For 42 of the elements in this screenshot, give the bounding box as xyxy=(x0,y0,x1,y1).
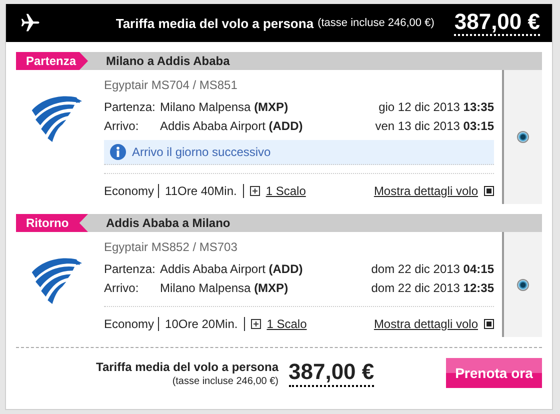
flight-duration: 11Ore 40Min. xyxy=(159,184,244,198)
cabin-class: Economy xyxy=(104,184,160,198)
fare-label: Tariffa media del volo a persona xyxy=(96,360,278,374)
flight-duration: 10Ore 20Min. xyxy=(159,317,245,331)
taxes-note: (tasse incluse 246,00 €) xyxy=(318,17,434,29)
radio-button[interactable] xyxy=(517,278,529,290)
taxes-note: (tasse incluse 246,00 €) xyxy=(172,376,278,386)
book-now-button[interactable]: Prenota ora xyxy=(446,358,542,388)
segment-label: Arrivo: xyxy=(104,118,140,135)
segment-label: Partenza: xyxy=(104,261,156,278)
stops-link[interactable]: 1 Scalo xyxy=(266,317,307,331)
airport-name: Addis Ababa Airport (ADD) xyxy=(160,261,304,278)
expand-icon[interactable] xyxy=(250,186,260,196)
airplane-icon xyxy=(20,12,42,34)
date-time: ven 13 dic 2013 03:15 xyxy=(375,118,494,135)
segment-label: Partenza: xyxy=(104,99,156,116)
square-icon xyxy=(484,319,494,329)
carrier-flights: Egyptair MS852 / MS703 xyxy=(104,240,238,254)
carrier-flights: Egyptair MS704 / MS851 xyxy=(104,78,238,92)
date-time: gio 12 dic 2013 13:35 xyxy=(378,99,494,116)
airport-name: Milano Malpensa (MXP) xyxy=(160,99,290,116)
leg-tag: Ritorno xyxy=(16,214,88,232)
square-icon xyxy=(484,186,494,196)
radio-button[interactable] xyxy=(517,131,529,143)
route-title: Milano a Addis Ababa xyxy=(106,54,230,68)
expand-icon[interactable] xyxy=(250,319,261,329)
stops-link[interactable]: 1 Scalo xyxy=(266,184,306,198)
price: 387,00 € xyxy=(288,359,374,387)
date-time: dom 22 dic 2013 12:35 xyxy=(371,280,494,297)
fare-label: Tariffa media del volo a persona xyxy=(116,16,314,30)
segment-label: Arrivo: xyxy=(104,280,140,297)
date-time: dom 22 dic 2013 04:15 xyxy=(371,261,494,278)
notice-text: Arrivo il giorno successivo xyxy=(132,145,271,159)
details-link[interactable]: Mostra dettagli volo xyxy=(374,184,478,198)
leg-tag: Partenza xyxy=(16,52,88,70)
route-title: Addis Ababa a Milano xyxy=(106,216,230,230)
airport-name: Addis Ababa Airport (ADD) xyxy=(160,118,304,135)
details-link[interactable]: Mostra dettagli volo xyxy=(374,317,478,331)
cabin-class: Economy xyxy=(104,317,160,331)
price: 387,00 € xyxy=(454,10,540,36)
info-icon xyxy=(110,144,126,160)
airport-name: Milano Malpensa (MXP) xyxy=(160,280,290,297)
